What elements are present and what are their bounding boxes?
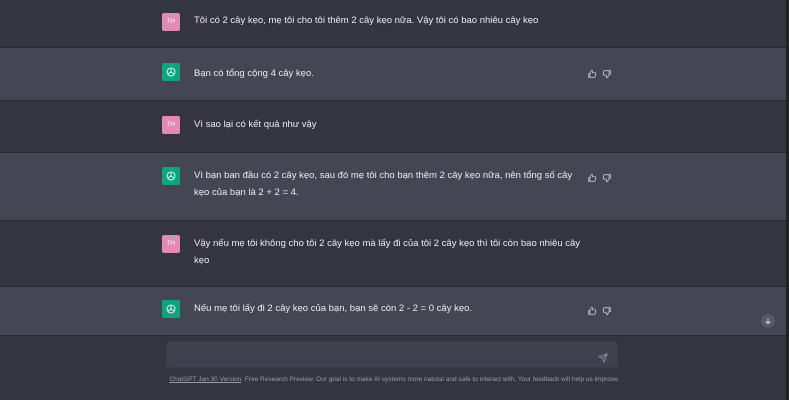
assistant-avatar bbox=[162, 167, 180, 185]
send-button[interactable] bbox=[597, 350, 608, 364]
message-row-assistant: Bạn có tổng cộng 4 cây kẹo. bbox=[0, 48, 789, 101]
openai-logo-icon bbox=[166, 67, 176, 77]
feedback-buttons bbox=[587, 303, 612, 316]
feedback-buttons bbox=[587, 170, 612, 183]
message-row-user: TH Vì sao lại có kết quả như vậy bbox=[0, 101, 789, 153]
assistant-avatar bbox=[162, 63, 180, 81]
message-input-box bbox=[166, 341, 618, 368]
message-row-user: TH Tôi có 2 cây kẹo, mẹ tôi cho tôi thêm… bbox=[0, 0, 789, 48]
message-row-user: TH Vậy nếu mẹ tôi không cho tôi 2 cây kẹ… bbox=[0, 221, 789, 287]
message-input[interactable] bbox=[167, 342, 587, 367]
thumbs-up-icon[interactable] bbox=[587, 303, 597, 315]
user-message: Tôi có 2 cây kẹo, mẹ tôi cho tôi thêm 2 … bbox=[194, 15, 539, 26]
send-icon bbox=[597, 353, 608, 364]
scroll-to-bottom-button[interactable] bbox=[761, 314, 775, 328]
footer-disclaimer: ChatGPT Jan 30 Version. Free Research Pr… bbox=[0, 376, 789, 383]
user-avatar: TH bbox=[162, 235, 180, 253]
assistant-avatar bbox=[162, 300, 180, 318]
feedback-buttons bbox=[587, 66, 612, 79]
thumbs-up-icon[interactable] bbox=[587, 66, 597, 78]
assistant-message: Vì bạn ban đầu có 2 cây kẹo, sau đó mẹ t… bbox=[194, 170, 573, 198]
openai-logo-icon bbox=[166, 171, 176, 181]
footer-text: . Free Research Preview. Our goal is to … bbox=[241, 376, 620, 383]
assistant-message: Nếu mẹ tôi lấy đi 2 cây kẹo của bạn, bạn… bbox=[194, 303, 473, 314]
thumbs-down-icon[interactable] bbox=[602, 66, 612, 79]
thumbs-down-icon[interactable] bbox=[602, 303, 612, 316]
message-row-assistant: Nếu mẹ tôi lấy đi 2 cây kẹo của bạn, bạn… bbox=[0, 287, 789, 336]
user-message: Vì sao lại có kết quả như vậy bbox=[194, 119, 317, 130]
user-message: Vậy nếu mẹ tôi không cho tôi 2 cây kẹo m… bbox=[194, 238, 581, 266]
arrow-down-icon bbox=[765, 318, 771, 325]
assistant-message: Bạn có tổng cộng 4 cây kẹo. bbox=[194, 68, 314, 79]
thumbs-up-icon[interactable] bbox=[587, 170, 597, 182]
version-link[interactable]: ChatGPT Jan 30 Version bbox=[169, 376, 241, 383]
user-avatar: TH bbox=[162, 13, 180, 31]
openai-logo-icon bbox=[166, 304, 176, 314]
thumbs-down-icon[interactable] bbox=[602, 170, 612, 183]
message-row-assistant: Vì bạn ban đầu có 2 cây kẹo, sau đó mẹ t… bbox=[0, 153, 789, 221]
user-avatar: TH bbox=[162, 116, 180, 134]
